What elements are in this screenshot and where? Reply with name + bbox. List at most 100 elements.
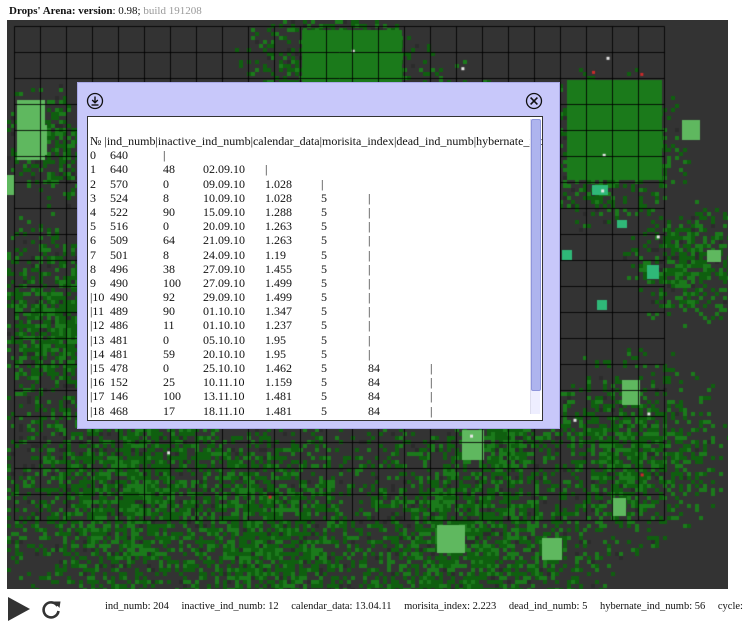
table-row: 8 496 38 27.09.10 1.455 5 | [90,262,530,276]
table-cell: 5 [321,275,327,290]
log-dialog: № |ind_numb|inactive_ind_numb|calendar_d… [77,82,560,429]
table-cell: 5 [321,332,327,347]
table-cell: | [430,375,433,390]
table-cell: | [368,290,371,305]
table-cell: 84 [368,375,380,390]
table-cell: 1.028 [265,190,292,205]
log-panel[interactable]: № |ind_numb|inactive_ind_numb|calendar_d… [87,116,543,421]
table-cell: 489 [110,304,128,319]
table-cell: | [368,332,371,347]
table-cell: 59 [163,346,175,361]
table-cell: 490 [110,275,128,290]
table-cell: 90 [163,304,175,319]
table-cell: 20.10.10 [203,346,245,361]
table-cell: 0 [163,176,169,191]
table-cell: 5 [321,375,327,390]
close-icon[interactable] [525,92,543,110]
table-cell: 486 [110,318,128,333]
table-row: |17 146 100 13.11.10 1.481 5 84 | [90,389,530,403]
table-cell: 25 [163,375,175,390]
table-cell: 27.09.10 [203,261,245,276]
table-row: 0 640 | [90,148,530,162]
table-cell: 5 [321,247,327,262]
table-cell: |17 [90,389,105,404]
table-cell: | [265,162,268,177]
table-cell: 0 [163,219,169,234]
table-cell: | [368,318,371,333]
log-header: № |ind_numb|inactive_ind_numb|calendar_d… [90,134,543,148]
table-row: |18 468 17 18.11.10 1.481 5 84 | [90,404,530,418]
table-cell: 92 [163,290,175,305]
version-label: version [78,5,113,17]
table-cell: 9 [90,275,96,290]
table-cell: 0 [90,148,96,163]
table-cell: 10.09.10 [203,190,245,205]
table-cell: |16 [90,375,105,390]
table-cell: 27.09.10 [203,275,245,290]
table-cell: 1.481 [265,389,292,404]
stat-dead-ind-numb: dead_ind_numb: 5 [508,601,588,612]
scrollbar-thumb[interactable] [531,119,541,391]
table-row: 2 570 0 09.09.10 1.028 | [90,177,530,191]
table-cell: 1.95 [265,346,286,361]
bottom-bar: ind_numb: 204 inactive_ind_numb: 12 cale… [0,590,744,635]
table-cell: 481 [110,332,128,347]
stat-calendar-data: calendar_data: 13.04.11 [291,601,392,612]
table-cell: 09.09.10 [203,176,245,191]
table-cell: 640 [110,162,128,177]
table-cell: 84 [368,389,380,404]
table-cell: 4 [90,204,96,219]
table-row: |14 481 59 20.10.10 1.95 5 | [90,347,530,361]
table-cell: 516 [110,219,128,234]
table-row: |10 490 92 29.09.10 1.499 5 | [90,290,530,304]
table-cell: 8 [163,190,169,205]
download-icon[interactable] [86,92,104,110]
table-cell: 1.462 [265,361,292,376]
table-cell: 3 [90,190,96,205]
table-cell: 2 [90,176,96,191]
build-number: build 191208 [143,5,202,17]
scrollbar-track[interactable] [530,119,541,414]
table-cell: 5 [321,346,327,361]
table-cell: 100 [163,275,181,290]
play-icon[interactable] [7,597,31,621]
table-cell: 1.499 [265,290,292,305]
table-cell: 18.11.10 [203,403,245,418]
table-cell: 1.455 [265,261,292,276]
table-row: 4 522 90 15.09.10 1.288 5 | [90,205,530,219]
table-cell: 468 [110,403,128,418]
table-row: 7 501 8 24.09.10 1.19 5 | [90,248,530,262]
table-cell: 48 [163,162,175,177]
table-cell: 478 [110,361,128,376]
stat-ind-numb: ind_numb: 204 [105,601,169,612]
table-cell: 1.263 [265,219,292,234]
table-cell: 5 [321,233,327,248]
table-row: |13 481 0 05.10.10 1.95 5 | [90,333,530,347]
table-row: |11 489 90 01.10.10 1.347 5 | [90,304,530,318]
table-cell: 570 [110,176,128,191]
table-cell: 5 [321,304,327,319]
table-cell: 8 [90,261,96,276]
table-cell: 01.10.10 [203,318,245,333]
table-cell: 524 [110,190,128,205]
table-row: 9 490 100 27.09.10 1.499 5 | [90,276,530,290]
reload-icon[interactable] [40,599,62,621]
table-cell: | [368,247,371,262]
table-cell: 522 [110,204,128,219]
table-cell: 6 [90,233,96,248]
table-cell: 7 [90,247,96,262]
status-readout: ind_numb: 204 inactive_ind_numb: 12 cale… [105,601,744,612]
stat-hybernate-ind-numb: hybernate_ind_numb: 56 [599,601,706,612]
table-cell: 100 [163,389,181,404]
table-row: |16 152 25 10.11.10 1.159 5 84 | [90,375,530,389]
table-cell: | [368,219,371,234]
table-cell: 21.09.10 [203,233,245,248]
table-cell: 5 [321,190,327,205]
table-cell: 146 [110,389,128,404]
table-cell: 02.09.10 [203,162,245,177]
version-number: : 0.98; [112,5,141,17]
table-cell: 25.10.10 [203,361,245,376]
table-cell: 1.237 [265,318,292,333]
table-cell: 5 [321,389,327,404]
log-rows: 0 640 | 1 640 48 02.09.10 | 2 570 0 09.09.10 1.028 | 3… [90,148,530,418]
